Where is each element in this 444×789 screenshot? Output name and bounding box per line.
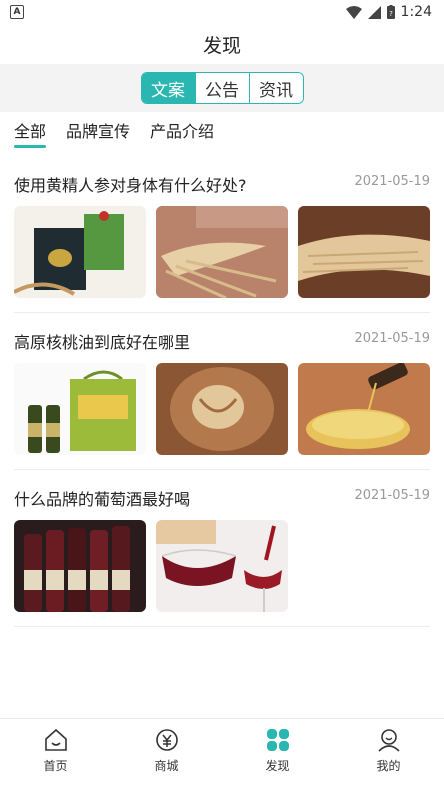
segmented-control: 文案 公告 资讯	[140, 72, 304, 104]
walnut-oil-gift-box-image[interactable]	[14, 363, 146, 455]
status-time: 1:24	[400, 4, 432, 20]
category-tab-product[interactable]: 产品介绍	[150, 112, 214, 152]
tab-shop[interactable]: 商城	[111, 719, 222, 789]
segment-area: 文案 公告 资讯	[0, 64, 444, 112]
wine-bottles-image[interactable]	[14, 520, 146, 612]
wine-glasses-image[interactable]	[156, 520, 288, 612]
article-date: 2021-05-19	[354, 488, 430, 503]
article-date: 2021-05-19	[354, 331, 430, 346]
article-item[interactable]: 高原核桃油到底好在哪里 2021-05-19	[14, 313, 430, 470]
status-left: A	[0, 5, 24, 19]
status-right: ? 1:24	[345, 4, 444, 20]
bottom-tab-bar: 首页 商城 发现 我的	[0, 718, 444, 789]
category-tabs: 全部 品牌宣传 产品介绍	[0, 112, 444, 152]
tab-shop-label: 商城	[154, 759, 179, 773]
tab-profile[interactable]: 我的	[333, 719, 444, 789]
notification-a-icon: A	[10, 5, 24, 19]
article-title[interactable]: 使用黄精人参对身体有什么好处?	[14, 172, 247, 196]
segment-wenan[interactable]: 文案	[141, 73, 195, 103]
signal-icon	[367, 5, 381, 19]
article-item[interactable]: 什么品牌的葡萄酒最好喝 2021-05-19	[14, 470, 430, 627]
oil-pouring-image[interactable]	[298, 363, 430, 455]
article-thumbnails	[14, 206, 430, 298]
ginseng-root-image[interactable]	[156, 206, 288, 298]
profile-icon	[377, 729, 400, 752]
ginseng-roots-on-wood-image[interactable]	[298, 206, 430, 298]
article-title[interactable]: 什么品牌的葡萄酒最好喝	[14, 486, 190, 510]
tab-profile-label: 我的	[376, 759, 401, 773]
ginseng-gift-box-image[interactable]	[14, 206, 146, 298]
article-title[interactable]: 高原核桃油到底好在哪里	[14, 329, 190, 353]
tab-discover[interactable]: 发现	[222, 719, 333, 789]
tab-discover-label: 发现	[265, 759, 290, 773]
segment-zixun[interactable]: 资讯	[248, 73, 303, 103]
article-thumbnails	[14, 363, 430, 455]
wifi-icon	[345, 5, 362, 19]
home-icon	[44, 728, 67, 751]
page-title: 发现	[202, 34, 241, 57]
article-date: 2021-05-19	[354, 174, 430, 189]
article-thumbnails	[14, 520, 288, 612]
walnut-kernels-image[interactable]	[156, 363, 288, 455]
category-tab-brand[interactable]: 品牌宣传	[66, 112, 130, 152]
tab-home[interactable]: 首页	[0, 719, 111, 789]
page-title-bar: 发现	[0, 24, 444, 64]
battery-icon: ?	[386, 5, 395, 19]
tab-home-label: 首页	[43, 759, 68, 773]
segment-gonggao[interactable]: 公告	[194, 73, 249, 103]
article-list: 使用黄精人参对身体有什么好处? 2021-05-19 高原核桃油到底好在哪里 2…	[0, 156, 444, 627]
article-item[interactable]: 使用黄精人参对身体有什么好处? 2021-05-19	[14, 156, 430, 313]
svg-text:?: ?	[389, 10, 393, 18]
status-bar: A ? 1:24	[0, 0, 444, 24]
discover-icon	[266, 729, 289, 751]
shop-icon	[155, 729, 178, 751]
category-tab-all[interactable]: 全部	[14, 112, 47, 152]
